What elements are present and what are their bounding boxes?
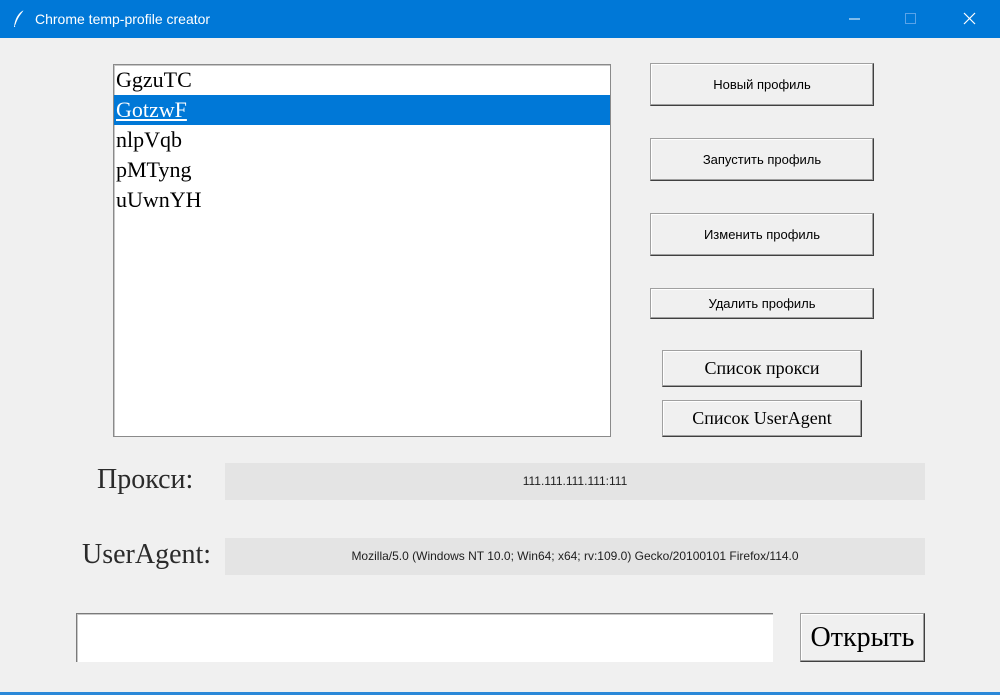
close-icon — [963, 12, 976, 25]
minimize-button[interactable] — [831, 0, 877, 38]
path-input[interactable] — [76, 613, 773, 662]
launch-profile-button[interactable]: Запустить профиль — [650, 138, 874, 181]
maximize-button[interactable] — [887, 0, 933, 38]
title-bar: Chrome temp-profile creator — [0, 0, 1000, 38]
useragent-label: UserAgent: — [82, 539, 212, 570]
delete-profile-button[interactable]: Удалить профиль — [650, 288, 874, 319]
useragent-value: Mozilla/5.0 (Windows NT 10.0; Win64; x64… — [225, 538, 925, 575]
proxy-list-button[interactable]: Список прокси — [662, 350, 862, 387]
proxy-value: 111.111.111.111:111 — [225, 463, 925, 500]
useragent-list-button[interactable]: Список UserAgent — [662, 400, 862, 437]
maximize-icon — [905, 13, 916, 24]
profile-listbox[interactable]: GgzuTC GotzwF nlpVqb pMTyng uUwnYH — [113, 64, 611, 437]
proxy-label: Прокси: — [97, 464, 194, 495]
profile-item[interactable]: uUwnYH — [114, 185, 610, 215]
profile-item-selected[interactable]: GotzwF — [114, 95, 610, 125]
profile-item[interactable]: pMTyng — [114, 155, 610, 185]
profile-item[interactable]: GgzuTC — [114, 65, 610, 95]
edit-profile-button[interactable]: Изменить профиль — [650, 213, 874, 256]
feather-icon — [12, 9, 26, 29]
close-button[interactable] — [946, 0, 992, 38]
window-title: Chrome temp-profile creator — [35, 11, 211, 27]
new-profile-button[interactable]: Новый профиль — [650, 63, 874, 106]
open-button[interactable]: Открыть — [800, 613, 925, 662]
minimize-icon — [849, 18, 860, 20]
profile-item[interactable]: nlpVqb — [114, 125, 610, 155]
